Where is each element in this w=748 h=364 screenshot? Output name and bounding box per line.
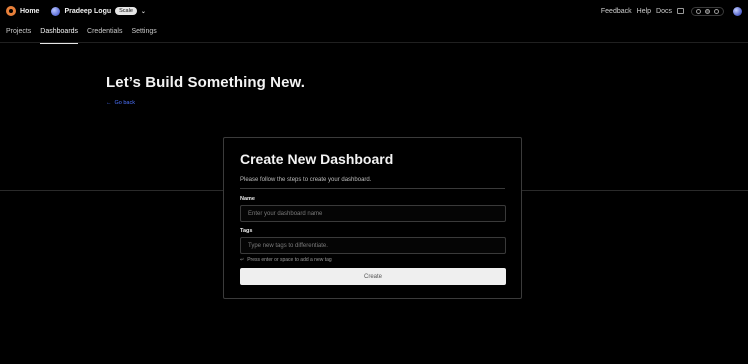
- tags-hint-text: Press enter or space to add a new tag: [247, 257, 332, 263]
- tags-hint: ↵ Press enter or space to add a new tag: [240, 257, 505, 263]
- hero-section: Let’s Build Something New. ← Go back: [106, 74, 305, 106]
- account-switcher[interactable]: Pradeep Logu Scale ⌄: [51, 6, 146, 16]
- create-dashboard-card: Create New Dashboard Please follow the s…: [223, 137, 522, 299]
- enter-key-icon: ↵: [240, 257, 245, 263]
- home-label: Home: [20, 7, 40, 15]
- section-tabs: Projects Dashboards Credentials Settings: [0, 24, 748, 44]
- user-name: Pradeep Logu: [64, 7, 112, 15]
- tab-settings[interactable]: Settings: [131, 24, 156, 43]
- theme-dark-icon[interactable]: [705, 8, 710, 14]
- tab-credentials[interactable]: Credentials: [87, 24, 122, 43]
- tab-projects[interactable]: Projects: [6, 24, 31, 43]
- go-back-label: Go back: [114, 100, 135, 106]
- tab-dashboards[interactable]: Dashboards: [40, 24, 78, 44]
- go-back-link[interactable]: ← Go back: [106, 100, 305, 106]
- theme-switcher[interactable]: [691, 6, 724, 16]
- feedback-link[interactable]: Feedback: [601, 8, 632, 15]
- theme-light-icon[interactable]: [714, 8, 719, 14]
- plan-badge: Scale: [115, 7, 137, 15]
- inbox-icon[interactable]: [677, 8, 684, 14]
- page-title: Let’s Build Something New.: [106, 74, 305, 91]
- tags-placeholder: Type new tags to differentiate.: [248, 242, 328, 249]
- tags-label: Tags: [240, 228, 253, 234]
- create-button[interactable]: Create: [240, 268, 506, 285]
- name-placeholder: Enter your dashboard name: [248, 210, 323, 217]
- topbar-actions: Feedback Help Docs: [601, 6, 742, 16]
- theme-system-icon[interactable]: [696, 8, 701, 14]
- user-avatar-icon: [51, 6, 61, 16]
- app-logo-icon: [6, 6, 16, 16]
- card-divider: [240, 188, 505, 189]
- top-navigation-bar: Home Pradeep Logu Scale ⌄ Feedback Help …: [0, 0, 748, 22]
- home-link[interactable]: Home: [6, 6, 39, 16]
- dashboard-name-input[interactable]: Enter your dashboard name: [240, 205, 506, 222]
- profile-avatar-icon[interactable]: [733, 6, 742, 16]
- help-link[interactable]: Help: [637, 8, 651, 15]
- card-subtitle: Please follow the steps to create your d…: [240, 177, 372, 183]
- arrow-left-icon: ←: [106, 100, 112, 106]
- docs-link[interactable]: Docs: [656, 8, 672, 15]
- name-label: Name: [240, 196, 255, 202]
- card-title: Create New Dashboard: [240, 151, 394, 167]
- tags-input[interactable]: Type new tags to differentiate.: [240, 237, 506, 254]
- chevron-down-icon: ⌄: [140, 8, 146, 15]
